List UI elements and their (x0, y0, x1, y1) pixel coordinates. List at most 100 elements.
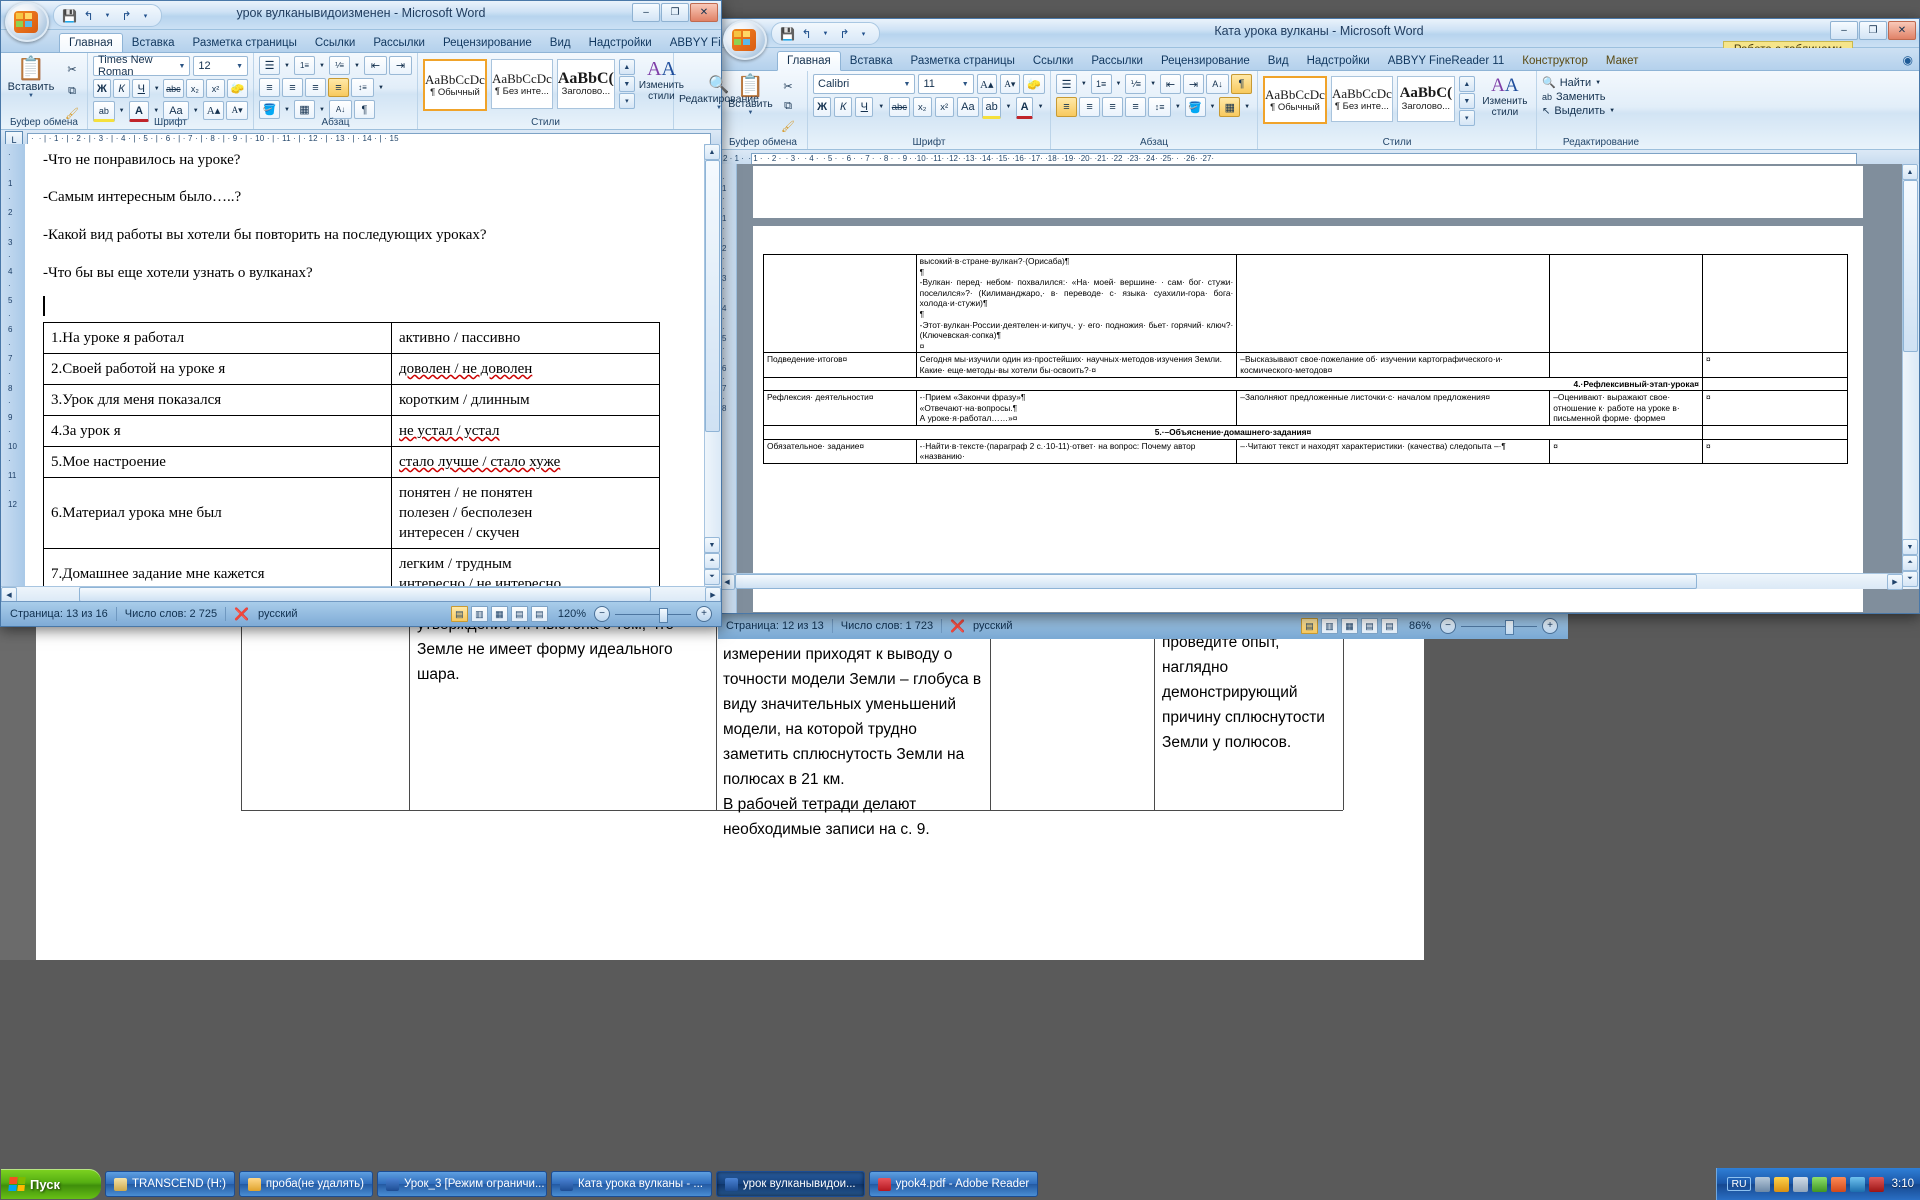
cell-7-left[interactable]: 7.Домашнее задание мне кажется (43, 548, 392, 587)
tab-recenzirovanie[interactable]: Рецензирование (434, 34, 541, 52)
tab-recenzirovanie[interactable]: Рецензирование (1152, 52, 1259, 70)
taskbar-item-transcend[interactable]: TRANSCEND (H:) (105, 1171, 235, 1197)
cell-5-left[interactable]: 5.Мое настроение (43, 446, 392, 478)
minimize-button[interactable]: – (632, 3, 660, 22)
full-screen-reading-icon[interactable]: ▥ (470, 606, 488, 622)
cell-r6c5[interactable]: ¤ (1701, 438, 1849, 464)
vertical-ruler[interactable]: · · 1 · 2 · 3 · 4 · 5 · 6 · 7 · 8 · 9 · 10 · 11 · 12 (1, 144, 26, 626)
cell-r4c1[interactable]: Рефлексия· деятельности¤ (763, 390, 917, 426)
table-row[interactable]: Подведение·итогов¤ Сегодня мы·изучили од… (763, 352, 1849, 378)
chevron-down-icon[interactable]: ▼ (28, 93, 34, 99)
cell-3-left[interactable]: 3.Урок для меня показался (43, 384, 392, 416)
ribbon-tabs[interactable]: Главная Вставка Разметка страницы Ссылки… (719, 48, 1919, 71)
copy-icon[interactable]: ⧉ (779, 97, 798, 115)
taskbar-item-urok3[interactable]: Урок_3 [Режим ограничи... (376, 1171, 547, 1197)
justify-icon[interactable]: ≡ (328, 78, 349, 97)
vertical-scrollbar[interactable]: ▲ ▼ ⏶ ⏷ (1902, 164, 1919, 589)
table-row[interactable]: 2.Своей работой на уроке я доволен / не … (43, 353, 660, 385)
clear-formatting-icon[interactable]: 🧽 (1023, 74, 1046, 94)
cell-1-right[interactable]: активно / пассивно (391, 322, 660, 354)
window-controls[interactable]: – ❐ ✕ (1830, 21, 1916, 40)
sort-icon[interactable]: A↓ (1205, 74, 1229, 94)
outline-icon[interactable]: ▤ (510, 606, 528, 622)
cell-5-right[interactable]: стало лучше / стало хуже (391, 446, 660, 478)
chevron-down-icon[interactable]: ▼ (1079, 74, 1089, 94)
font-size-combo[interactable]: 12 ▼ (193, 56, 248, 76)
chevron-down-icon[interactable]: ▼ (1242, 97, 1252, 117)
tab-glavnaya[interactable]: Главная (59, 33, 123, 52)
cell-r4c5[interactable]: ¤ (1701, 390, 1849, 426)
cell-r2c3[interactable]: –Высказывают свое·пожелание об· изучении… (1236, 352, 1551, 378)
web-layout-icon[interactable]: ▦ (1340, 618, 1358, 634)
taskbar-item-proba[interactable]: проба(не удалять) (238, 1171, 373, 1197)
tab-rassylki[interactable]: Рассылки (1082, 52, 1152, 70)
zoom-slider-handle[interactable] (659, 607, 668, 623)
multilevel-list-icon[interactable]: ⅟≡ (329, 56, 350, 75)
cell-r1c2[interactable]: высокий·в·стране·вулкан?·(Орисаба)¶ ¶ -В… (915, 253, 1238, 354)
cell-r6c1[interactable]: Обязательное· задание¤ (763, 438, 917, 464)
highlight-icon[interactable]: ab (982, 97, 1002, 119)
reflection-table[interactable]: 1.На уроке я работал активно / пассивно … (43, 322, 660, 587)
styles-scroll-down-icon[interactable]: ▼ (618, 76, 635, 92)
cell-r1c3[interactable] (1236, 253, 1551, 354)
table-row[interactable]: высокий·в·стране·вулкан?·(Орисаба)¶ ¶ -В… (763, 253, 1849, 354)
table-row[interactable]: 7.Домашнее задание мне кажется легким / … (43, 548, 660, 587)
previous-page-icon[interactable]: ⏶ (704, 553, 720, 569)
align-left-icon[interactable]: ≡ (259, 78, 280, 97)
chevron-down-icon[interactable]: ▼ (376, 78, 386, 97)
table-row-section[interactable]: 5.·–Объяснение·домашнего·задания¤ (763, 424, 1849, 440)
usb-icon[interactable] (1811, 1176, 1827, 1192)
taskbar-item-pdf[interactable]: ypok4.pdf - Adobe Reader (868, 1171, 1039, 1197)
horizontal-scrollbar[interactable]: ◀ ▶ (719, 573, 1903, 590)
bullets-icon[interactable]: ☰ (259, 56, 280, 75)
media-icon[interactable] (1868, 1176, 1884, 1192)
question-1[interactable]: -Что не понравилось на уроке? (43, 152, 705, 169)
spellcheck-icon[interactable]: ❌ (950, 619, 965, 633)
status-language[interactable]: русский (258, 608, 297, 620)
tab-nadstroyki[interactable]: Надстройки (580, 34, 661, 52)
language-ru-icon[interactable]: RU (1727, 1177, 1751, 1191)
cell-4-right[interactable]: не устал / устал (391, 415, 660, 447)
zoom-in-button[interactable]: + (1542, 618, 1558, 634)
borders-icon[interactable]: ▦ (1219, 97, 1241, 117)
styles-more-icon[interactable]: ▾ (618, 93, 635, 109)
font-size-combo[interactable]: 11 ▼ (918, 74, 974, 94)
scroll-down-icon[interactable]: ▼ (1902, 539, 1918, 555)
draft-icon[interactable]: ▤ (1380, 618, 1398, 634)
previous-page-icon[interactable]: ⏶ (1902, 555, 1918, 571)
taskbar-item-kata-uroka[interactable]: Ката урока вулканы - ... (550, 1171, 712, 1197)
tab-vid[interactable]: Вид (1259, 52, 1298, 70)
style-item-bez-intervala[interactable]: AaBbCcDc ¶ Без инте... (1330, 76, 1393, 122)
chevron-down-icon[interactable]: ▼ (1173, 97, 1183, 117)
title-bar[interactable]: 💾 ↰ ▼ ↱ ▾ урок вулканывидоизменен - Micr… (1, 1, 721, 42)
scroll-up-icon[interactable]: ▲ (1902, 164, 1918, 180)
scroll-down-icon[interactable]: ▼ (704, 537, 720, 553)
cut-icon[interactable]: ✂ (62, 60, 82, 79)
underline-button[interactable]: Ч (855, 97, 874, 117)
cell-r6c3[interactable]: –·Читают текст и находят характеристики·… (1236, 438, 1551, 464)
maximize-button[interactable]: ❐ (661, 3, 689, 22)
chevron-down-icon[interactable]: ▼ (1208, 97, 1218, 117)
italic-button[interactable]: К (834, 97, 853, 117)
spellcheck-icon[interactable]: ❌ (234, 607, 249, 621)
cell-r3c5[interactable] (1701, 376, 1849, 392)
ribbon[interactable]: 📋 Вставить ▼ ✂ ⧉ 🖌 Буфер обмена Calibri ▼ (719, 71, 1919, 150)
cell-2-left[interactable]: 2.Своей работой на уроке я (43, 353, 392, 385)
cell-r4c2[interactable]: -·Прием «Закончи фразу»¶ «Отвечают·на·во… (915, 390, 1238, 426)
cell-r2c1[interactable]: Подведение·итогов¤ (763, 352, 917, 378)
cell-4-left[interactable]: 4.За урок я (43, 415, 392, 447)
print-layout-icon[interactable]: ▤ (1300, 618, 1318, 634)
superscript-button[interactable]: x² (934, 97, 954, 117)
justify-icon[interactable]: ≡ (1125, 97, 1147, 117)
antivirus-icon[interactable] (1773, 1176, 1789, 1192)
tab-abbyy-finereader[interactable]: ABBYY FineReader 11 (1379, 52, 1514, 70)
scroll-right-icon[interactable]: ▶ (1887, 574, 1903, 590)
volume-icon[interactable] (1792, 1176, 1808, 1192)
draft-icon[interactable]: ▤ (530, 606, 548, 622)
styles-more-icon[interactable]: ▾ (1458, 110, 1475, 126)
editing-button[interactable]: 🔍 Редактирование ▼ (679, 75, 759, 111)
close-button[interactable]: ✕ (690, 3, 718, 22)
numbering-icon[interactable]: 1≡ (1090, 74, 1112, 94)
next-page-icon[interactable]: ⏷ (704, 569, 720, 585)
ribbon-tabs[interactable]: Главная Вставка Разметка страницы Ссылки… (1, 30, 721, 53)
